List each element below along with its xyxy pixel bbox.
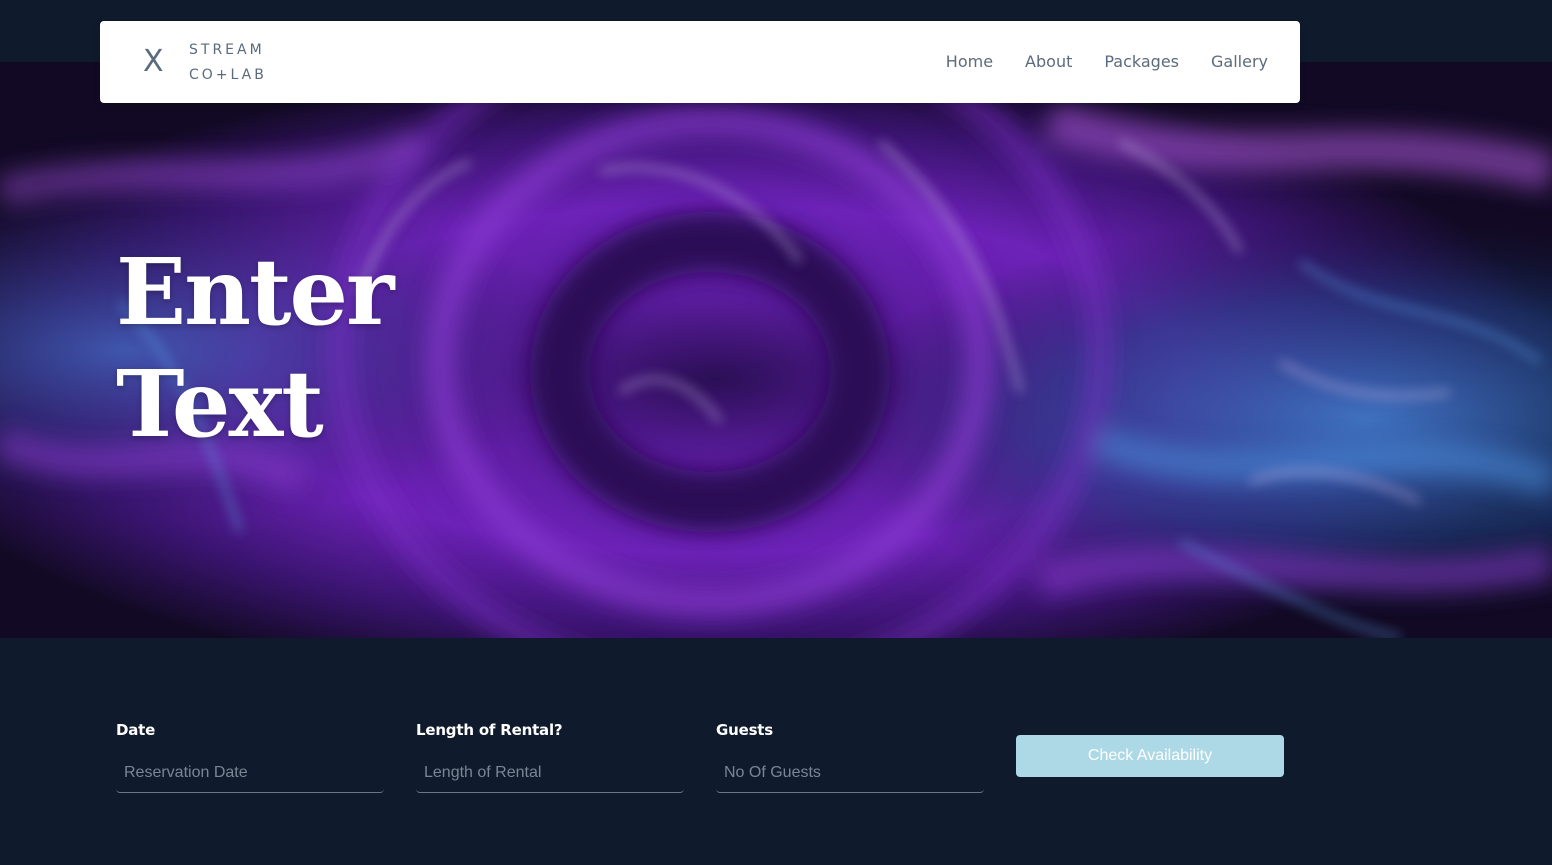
length-field: Length of Rental? bbox=[416, 719, 684, 793]
reservation-date-input[interactable] bbox=[116, 753, 384, 793]
nav-links: Home About Packages Gallery bbox=[946, 51, 1268, 73]
hero-headline-line2: Text bbox=[116, 350, 324, 458]
page: Enter Text X STREAM CO+LAB Home About Pa… bbox=[0, 0, 1552, 865]
logo-wordmark[interactable]: STREAM CO+LAB bbox=[189, 38, 267, 88]
logo-line2: CO+LAB bbox=[189, 67, 267, 83]
length-of-rental-input[interactable] bbox=[416, 753, 684, 793]
booking-form: Date Length of Rental? Guests Check Avai… bbox=[116, 719, 1286, 799]
nav-about-link[interactable]: About bbox=[1025, 51, 1072, 73]
length-label: Length of Rental? bbox=[416, 721, 563, 739]
guests-label: Guests bbox=[716, 721, 773, 739]
date-field: Date bbox=[116, 719, 384, 793]
logo-x-mark[interactable]: X bbox=[143, 42, 165, 82]
guests-input[interactable] bbox=[716, 753, 984, 793]
logo-line1: STREAM bbox=[189, 42, 265, 58]
hero-headline-line1: Enter bbox=[116, 238, 395, 346]
hero-banner: Enter Text bbox=[0, 62, 1552, 638]
check-availability-button[interactable]: Check Availability bbox=[1016, 735, 1284, 777]
nav-gallery-link[interactable]: Gallery bbox=[1211, 51, 1268, 73]
nav-packages-link[interactable]: Packages bbox=[1104, 51, 1179, 73]
nav-home-link[interactable]: Home bbox=[946, 51, 993, 73]
hero-headline: Enter Text bbox=[116, 236, 395, 460]
date-label: Date bbox=[116, 721, 156, 739]
guests-field: Guests bbox=[716, 719, 984, 793]
